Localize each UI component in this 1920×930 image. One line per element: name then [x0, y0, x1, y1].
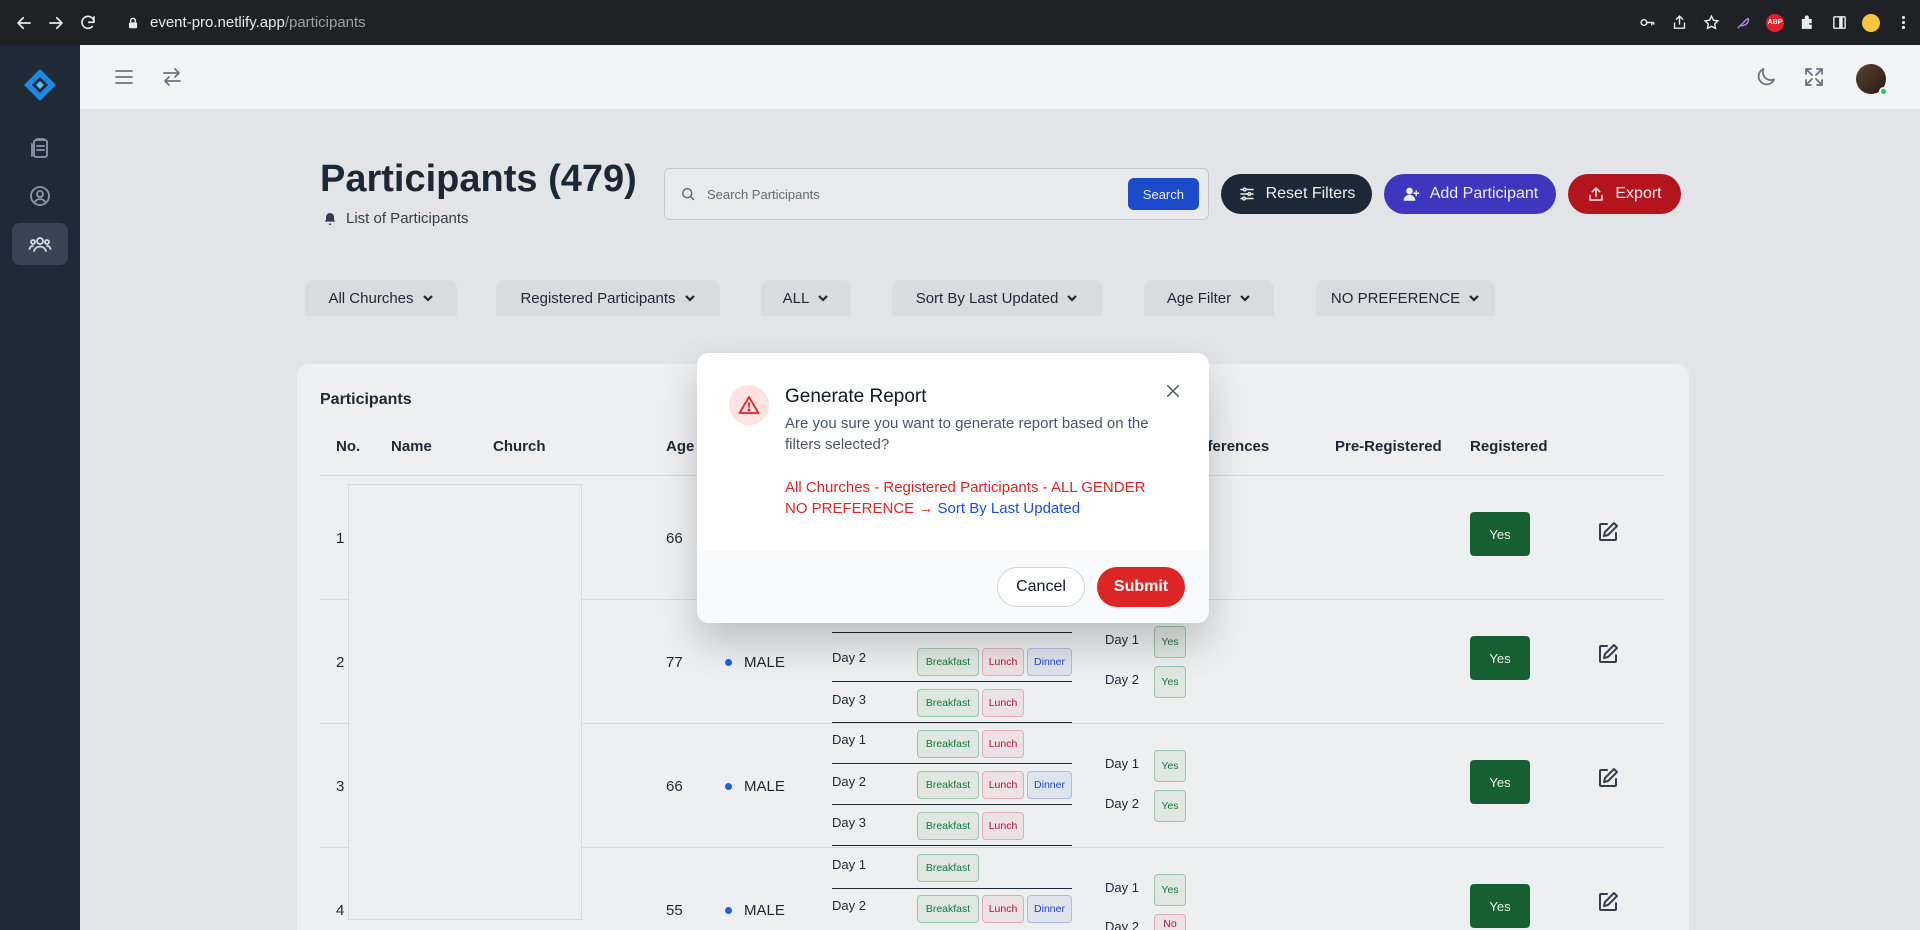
modal-filters-line1: All Churches - Registered Participants -… [785, 479, 1146, 496]
generate-report-modal: Generate Report Are you sure you want to… [697, 353, 1209, 623]
top-bar [80, 45, 1920, 110]
swap-arrows-icon[interactable] [158, 63, 186, 91]
modal-filter-summary: All Churches - Registered Participants -… [785, 477, 1185, 519]
sidebar-item-profile[interactable] [12, 175, 68, 217]
share-icon[interactable] [1670, 14, 1688, 32]
modal-filters-line2: NO PREFERENCE → [785, 500, 934, 517]
app-logo-icon[interactable] [20, 65, 60, 105]
dark-mode-moon-icon[interactable] [1752, 63, 1780, 91]
url-path: /participants [284, 14, 366, 31]
users-icon [28, 237, 52, 252]
submit-button[interactable]: Submit [1097, 567, 1185, 607]
lock-icon [128, 17, 138, 28]
back-icon[interactable] [8, 7, 40, 39]
online-status-dot [1879, 87, 1888, 96]
sidebar-item-participants[interactable] [12, 223, 68, 265]
menu-dots-icon[interactable] [1894, 14, 1912, 32]
reload-icon[interactable] [72, 7, 104, 39]
user-circle-icon [30, 186, 50, 206]
sidepanel-icon[interactable] [1830, 14, 1848, 32]
fullscreen-icon[interactable] [1800, 63, 1828, 91]
hamburger-menu-icon[interactable] [110, 63, 138, 91]
adblock-icon[interactable]: ABP [1766, 13, 1784, 32]
browser-toolbar: event-pro.netlify.app/participants ABP [0, 0, 1920, 45]
cancel-button[interactable]: Cancel [997, 567, 1085, 607]
profile-icon[interactable] [1862, 13, 1880, 32]
sidebar-item-registrations[interactable] [12, 127, 68, 169]
star-icon[interactable] [1702, 14, 1720, 32]
clipboard-icon [31, 138, 48, 158]
sidebar [0, 45, 80, 930]
address-bar[interactable]: event-pro.netlify.app/participants [112, 5, 1612, 40]
modal-sort-label: Sort By Last Updated [937, 500, 1081, 517]
modal-title: Generate Report [785, 386, 927, 407]
modal-filters-line2-wrap: NO PREFERENCE → Sort By Last Updated [785, 498, 1185, 519]
forward-icon[interactable] [40, 7, 72, 39]
modal-message: Are you sure you want to generate report… [785, 415, 1149, 453]
extension-feather-icon[interactable] [1734, 14, 1752, 32]
key-icon[interactable] [1638, 14, 1656, 32]
close-icon[interactable] [1161, 379, 1185, 403]
url-domain: event-pro.netlify.app [150, 14, 285, 31]
warning-triangle-icon [729, 385, 769, 425]
user-avatar[interactable] [1856, 64, 1888, 96]
puzzle-icon[interactable] [1798, 14, 1816, 32]
